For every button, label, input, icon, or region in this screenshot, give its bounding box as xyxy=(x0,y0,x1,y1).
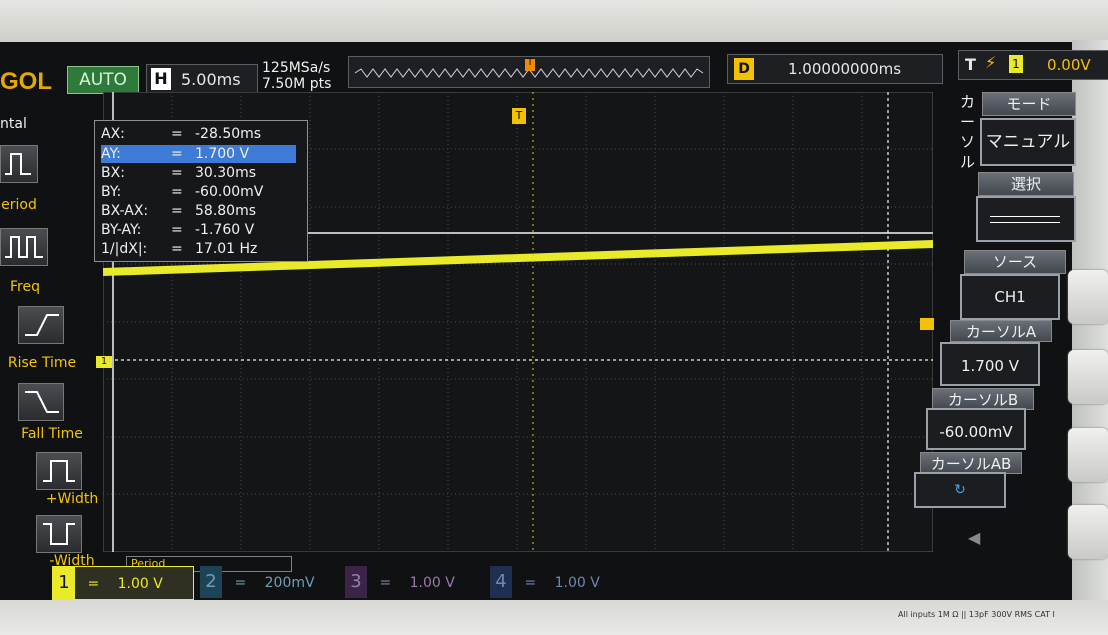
trigger-level: 0.00V xyxy=(1047,56,1091,74)
cursor-key: BY-AY: xyxy=(101,222,142,238)
cursor-value: 17.01 Hz xyxy=(195,241,258,257)
ch2-indicator[interactable]: 2 = 200mV xyxy=(200,566,340,598)
ch1-number: 1 xyxy=(53,567,75,599)
cursor-row: AX: = -28.50ms xyxy=(101,125,296,143)
delay-box[interactable]: D 1.00000000ms xyxy=(727,54,943,84)
run-mode-badge[interactable]: AUTO xyxy=(67,66,139,94)
cursor-eq: = xyxy=(171,203,183,219)
ch4-indicator[interactable]: 4 = 1.00 V xyxy=(490,566,630,598)
neg-width-icon[interactable] xyxy=(36,515,82,553)
ch4-scale: 1.00 V xyxy=(554,575,600,591)
trigger-time-marker[interactable]: T xyxy=(512,108,526,124)
cursor-a-title: カーソルA xyxy=(950,320,1052,342)
ch1-scale: 1.00 V xyxy=(117,576,163,592)
cursor-eq: = xyxy=(171,222,183,238)
softkey-button[interactable] xyxy=(1068,350,1108,404)
mode-title: モード xyxy=(982,92,1076,116)
cursor-row-selected[interactable]: AY: = 1.700 V xyxy=(101,145,296,163)
cursor-key: AX: xyxy=(101,126,125,142)
edge-rising-icon: ⚡ xyxy=(985,53,997,72)
cursor-eq: = xyxy=(171,241,183,257)
measure-pos-width-label[interactable]: +Width xyxy=(30,491,114,507)
cursor-row: BX-AX: = 58.80ms xyxy=(101,202,296,220)
measure-period-label[interactable]: eriod xyxy=(0,197,38,213)
ch1-indicator[interactable]: 1 = 1.00 V xyxy=(52,566,194,600)
cursor-row: BY: = -60.00mV xyxy=(101,183,296,201)
ch1-coupling: = xyxy=(87,576,100,592)
cursor-value: 58.80ms xyxy=(195,203,257,219)
cursor-a-input[interactable]: 1.700 V xyxy=(940,342,1040,386)
cursor-row: BY-AY: = -1.760 V xyxy=(101,221,296,239)
ch3-scale: 1.00 V xyxy=(409,575,455,591)
measure-fall-time-label[interactable]: Fall Time xyxy=(0,426,104,442)
cursor-key: AY: xyxy=(101,146,121,162)
ch3-coupling: = xyxy=(379,575,392,591)
ch4-coupling: = xyxy=(524,575,537,591)
trigger-box[interactable]: T ⚡ 1 0.00V xyxy=(958,50,1108,80)
cursor-b-input[interactable]: -60.00mV xyxy=(926,408,1026,450)
delay-label: D xyxy=(734,58,754,80)
sample-rate: 125MSa/s xyxy=(262,60,331,76)
brand-logo: GOL xyxy=(0,68,52,95)
ch3-indicator[interactable]: 3 = 1.00 V xyxy=(345,566,485,598)
cursor-ab-control[interactable]: ↻ xyxy=(914,472,1006,508)
cursor-value: -60.00mV xyxy=(195,184,264,200)
cursor-value: 30.30ms xyxy=(195,165,257,181)
trigger-source: 1 xyxy=(1009,55,1023,73)
mode-select[interactable]: マニュアル xyxy=(980,118,1076,166)
softkey-button[interactable] xyxy=(1068,270,1108,324)
cursor-value: -28.50ms xyxy=(195,126,262,142)
fall-time-icon[interactable] xyxy=(18,383,64,421)
cursor-eq: = xyxy=(171,165,183,181)
ch2-scale: 200mV xyxy=(264,575,315,591)
measure-freq-label[interactable]: Freq xyxy=(0,279,50,295)
ch2-number: 2 xyxy=(200,566,222,598)
trigger-position-bar: T xyxy=(348,56,710,88)
knob-icon: ↻ xyxy=(954,482,966,498)
cursor-key: BX-AX: xyxy=(101,203,149,219)
rise-time-icon[interactable] xyxy=(18,306,64,344)
menu-side-label: カーソル xyxy=(960,93,976,171)
bottom-bezel: All inputs 1M Ω || 13pF 300V RMS CAT I xyxy=(0,600,1108,635)
left-menu-header: ntal xyxy=(0,116,27,132)
freq-icon[interactable] xyxy=(0,228,48,266)
select-title: 選択 xyxy=(978,172,1074,196)
cursor-ab-title: カーソルAB xyxy=(920,452,1022,474)
select-control[interactable] xyxy=(976,196,1076,242)
trigger-level-marker[interactable] xyxy=(920,318,934,330)
trigger-marker: T xyxy=(527,57,534,68)
front-panel-label: All inputs 1M Ω || 13pF 300V RMS CAT I xyxy=(898,610,1055,619)
timebase-label: H xyxy=(151,68,171,90)
cursor-key: 1/|dX|: xyxy=(101,241,148,257)
period-icon[interactable] xyxy=(0,145,38,183)
cursor-readout-panel: AX: = -28.50ms AY: = 1.700 V BX: = 30.30ms BY:… xyxy=(94,120,308,262)
cursor-row: BX: = 30.30ms xyxy=(101,164,296,182)
top-bezel xyxy=(0,0,1108,42)
cursor-eq: = xyxy=(171,146,183,162)
cursor-key: BY: xyxy=(101,184,122,200)
measure-rise-time-label[interactable]: Rise Time xyxy=(0,355,84,371)
source-title: ソース xyxy=(964,250,1066,274)
cursor-b-title: カーソルB xyxy=(932,388,1034,410)
cursor-value: -1.760 V xyxy=(195,222,255,238)
cursor-row: 1/|dX|: = 17.01 Hz xyxy=(101,240,296,258)
ch3-number: 3 xyxy=(345,566,367,598)
pos-width-icon[interactable] xyxy=(36,452,82,490)
timebase-value: 5.00ms xyxy=(181,70,241,89)
ch4-number: 4 xyxy=(490,566,512,598)
softkey-button[interactable] xyxy=(1068,505,1108,559)
speaker-icon[interactable]: ◀ xyxy=(968,528,980,547)
source-select[interactable]: CH1 xyxy=(960,274,1060,320)
delay-value: 1.00000000ms xyxy=(788,60,902,78)
cursor-eq: = xyxy=(171,126,183,142)
trigger-label: T xyxy=(965,55,976,74)
acquisition-info: 125MSa/s 7.50M pts xyxy=(262,60,331,92)
cursor-value: 1.700 V xyxy=(195,146,250,162)
memory-depth: 7.50M pts xyxy=(262,76,332,92)
cursor-eq: = xyxy=(171,184,183,200)
softkey-button[interactable] xyxy=(1068,428,1108,482)
cursor-key: BX: xyxy=(101,165,125,181)
ch1-ground-marker[interactable]: 1 xyxy=(96,356,112,368)
ch2-coupling: = xyxy=(234,575,247,591)
